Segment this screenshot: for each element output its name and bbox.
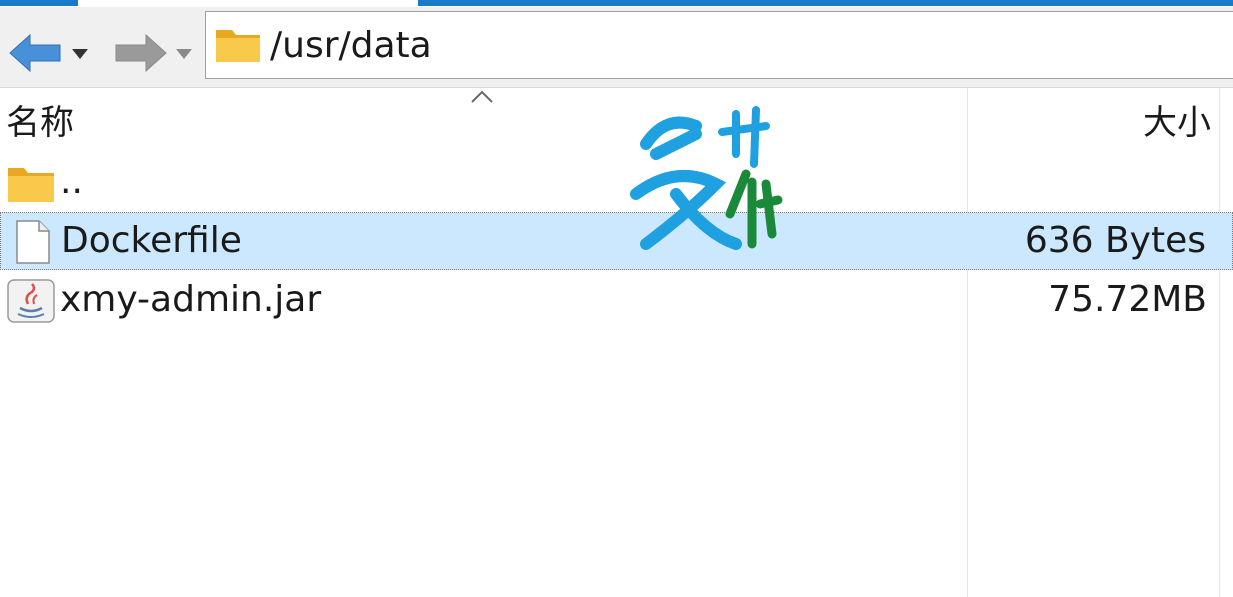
window-top-border (0, 0, 1233, 7)
file-size: 636 Bytes (1024, 220, 1206, 261)
list-item-jar[interactable]: xmy-admin.jar 75.72MB (0, 272, 1233, 330)
navigation-toolbar: /usr/data (0, 7, 1233, 88)
list-item-parent-folder[interactable]: .. (0, 154, 1233, 212)
top-accent-right (418, 0, 1233, 6)
file-name: .. (60, 161, 83, 202)
file-name: xmy-admin.jar (60, 279, 322, 320)
sort-ascending-icon (471, 90, 493, 103)
back-arrow-icon[interactable] (6, 29, 66, 77)
column-header-name[interactable]: 名称 (6, 100, 74, 146)
list-item-dockerfile[interactable]: Dockerfile 636 Bytes (0, 212, 1233, 270)
address-bar[interactable]: /usr/data (205, 11, 1233, 79)
top-accent-left (0, 0, 78, 6)
watermark-logo (630, 106, 783, 250)
file-name: Dockerfile (61, 220, 242, 261)
forward-dropdown-chevron-icon[interactable] (172, 29, 196, 77)
file-list-header: 名称 大小 (0, 88, 1233, 154)
forward-arrow-icon[interactable] (110, 29, 170, 77)
file-size: 75.72MB (1048, 279, 1207, 320)
folder-icon (8, 168, 54, 202)
address-path[interactable]: /usr/data (270, 22, 432, 70)
file-icon (16, 220, 50, 264)
column-header-size[interactable]: 大小 (1143, 100, 1211, 146)
folder-icon (216, 30, 260, 62)
java-icon (7, 279, 55, 323)
back-dropdown-chevron-icon[interactable] (68, 29, 92, 77)
